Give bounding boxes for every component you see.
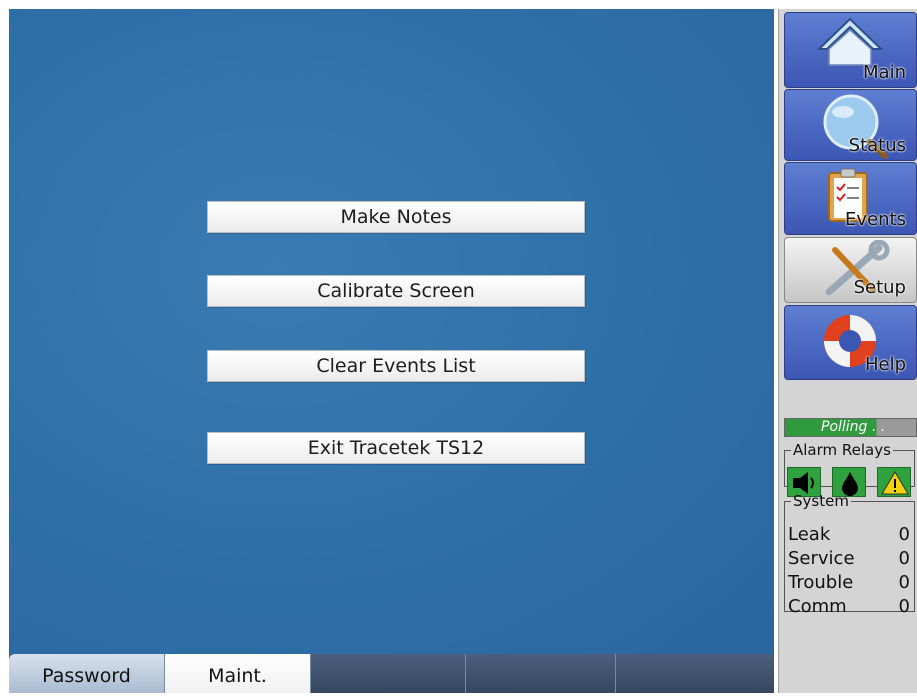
tab-empty-4[interactable] [466,654,616,693]
polling-indicator: Polling . . [784,418,917,437]
nav-help-label: Help [864,354,906,375]
alarm-relays-title: Alarm Relays [793,441,891,459]
make-notes-button[interactable]: Make Notes [207,201,585,233]
system-row-label: Leak [788,524,831,545]
exit-button[interactable]: Exit Tracetek TS12 [207,432,585,464]
calibrate-screen-button[interactable]: Calibrate Screen [207,275,585,307]
main-panel: Make Notes Calibrate Screen Clear Events… [9,9,774,654]
clear-events-list-button[interactable]: Clear Events List [207,350,585,382]
nav-main-button[interactable]: Main [784,12,917,88]
polling-label: Polling . . [821,419,886,435]
nav-main-label: Main [863,62,906,83]
system-row-label: Comm [788,596,847,617]
system-row-value: 0 [898,572,910,593]
nav-status-label: Status [848,135,906,156]
nav-status-button[interactable]: Status [784,89,917,161]
nav-setup-button[interactable]: Setup [784,237,917,303]
alarm-relays-panel: Alarm Relays [784,441,915,497]
nav-events-button[interactable]: Events [784,162,917,235]
nav-help-button[interactable]: Help [784,305,917,380]
sidebar: Main Status Events Setup Help Polling . … [778,9,917,693]
system-row-leak: Leak 0 [788,524,910,548]
system-row-label: Trouble [788,572,854,593]
system-row-value: 0 [898,524,910,545]
home-icon [816,17,884,66]
tab-password[interactable]: Password [9,654,165,693]
app-screen: Make Notes Calibrate Screen Clear Events… [0,0,917,693]
system-row-value: 0 [898,596,910,617]
system-row-trouble: Trouble 0 [788,572,910,596]
system-status-panel: System Leak 0 Service 0 Trouble 0 Comm 0 [784,492,915,617]
system-row-service: Service 0 [788,548,910,572]
nav-setup-label: Setup [853,277,906,298]
system-title: System [793,492,849,510]
tab-empty-3[interactable] [311,654,466,693]
nav-events-label: Events [845,209,906,230]
system-row-label: Service [788,548,855,569]
tab-maint[interactable]: Maint. [165,654,311,693]
system-row-comm: Comm 0 [788,596,910,620]
tab-empty-5[interactable] [616,654,774,693]
system-row-value: 0 [898,548,910,569]
bottom-tab-bar: Password Maint. [9,654,774,693]
